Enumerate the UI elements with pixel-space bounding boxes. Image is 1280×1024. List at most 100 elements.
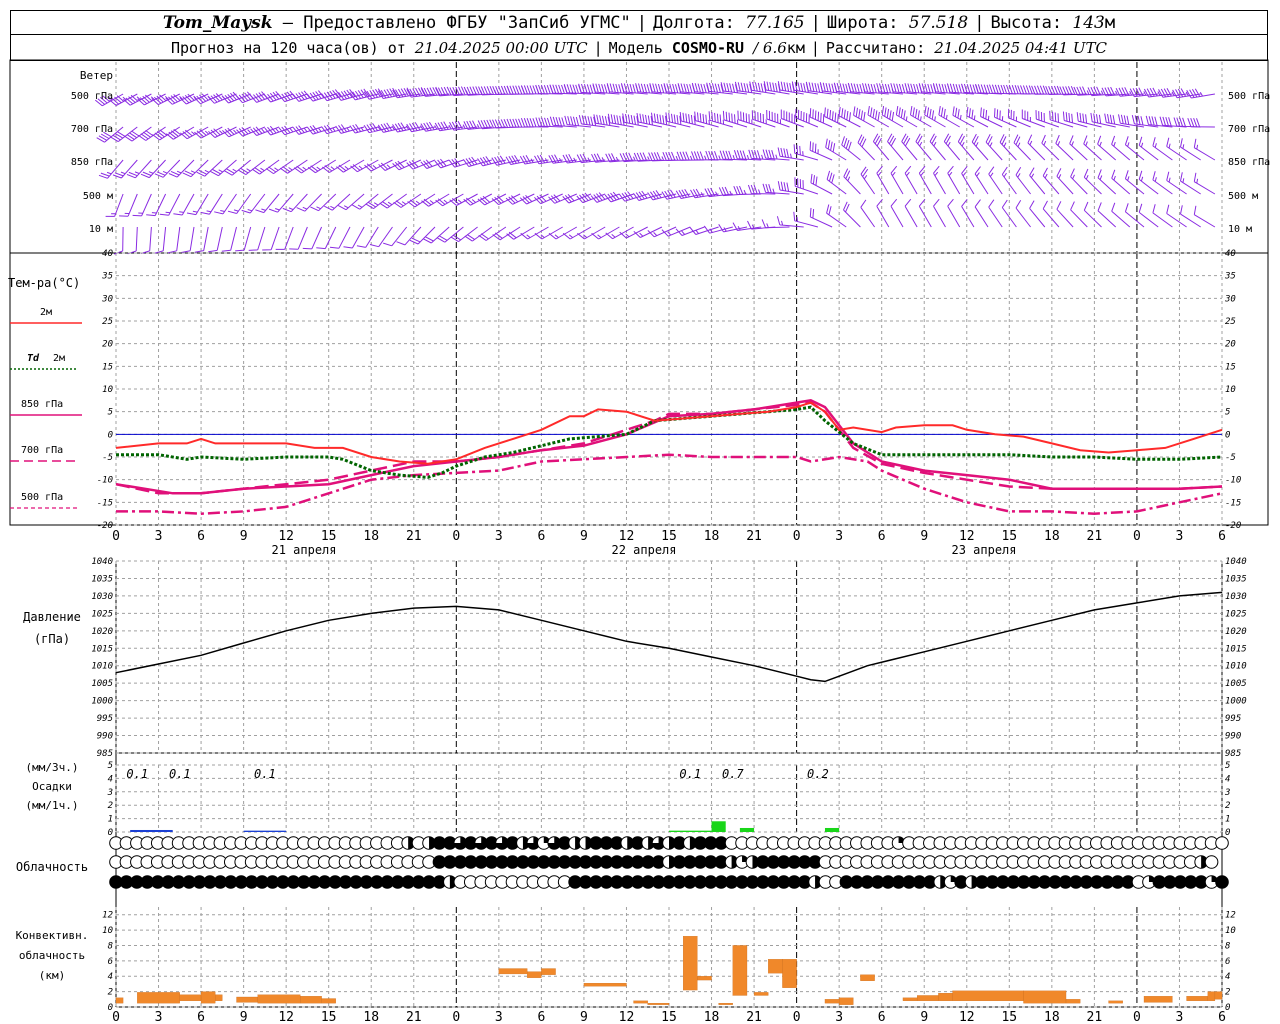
wind-barb	[795, 108, 819, 128]
x-tick-label: 18	[1044, 1010, 1060, 1024]
wind-barb	[904, 198, 918, 228]
wind-barb	[167, 226, 181, 254]
x-tick-label: 18	[704, 1010, 720, 1024]
meteogram-chart: 0 3 6 9 12 15 18 21 0 3 6 9 12 15 18 21 0 3 6 9 12 15 18 21 0 3 6-…	[8, 59, 1270, 1024]
x-tick-label: 3	[1176, 529, 1184, 544]
x-tick-label: 3	[495, 1010, 503, 1024]
wind-level-500hpa: 500 гПа	[71, 91, 113, 102]
y-tick-label-right: 1040	[1225, 557, 1247, 567]
wind-level-700hpa-right: 700 гПа	[1228, 124, 1270, 135]
wind-barb	[843, 201, 861, 228]
x-tick-label: 21	[1087, 1010, 1103, 1024]
wind-barb	[564, 115, 592, 128]
precip-amount-label: 0.2	[807, 767, 829, 781]
convective-segment	[1023, 990, 1067, 1004]
y-tick-label: 3	[107, 788, 113, 798]
convective-segment	[215, 994, 223, 1001]
y-tick-label: 10	[102, 385, 113, 395]
y-tick-label: 8	[108, 941, 113, 951]
wind-barb	[933, 198, 946, 228]
cloudiness-panel	[109, 836, 1229, 889]
y-tick-label: 1025	[91, 609, 113, 619]
x-tick-label: 18	[704, 529, 720, 544]
wind-barb	[1070, 168, 1088, 195]
wind-barb	[947, 198, 961, 228]
y-tick-label-right: 4	[1225, 972, 1230, 982]
wind-barb	[126, 159, 152, 179]
x-tick-label: 3	[495, 529, 503, 544]
x-tick-label: 9	[920, 1010, 928, 1024]
convective-segment	[300, 996, 322, 1004]
x-tick-label: 3	[835, 1010, 843, 1024]
y-tick-label: -10	[97, 476, 113, 486]
y-tick-label-right: 3	[1224, 788, 1230, 798]
x-tick-label: 6	[1218, 529, 1226, 544]
wind-barb	[718, 224, 748, 233]
wind-barb	[356, 226, 379, 248]
wind-level-850hpa: 850 гПа	[71, 157, 113, 168]
convective-segment	[200, 991, 216, 1004]
wind-barb	[186, 193, 209, 216]
wind-barb	[876, 165, 890, 195]
y-tick-label-right: 1010	[1225, 662, 1247, 672]
y-tick-label-right: 1035	[1225, 574, 1247, 584]
y-tick-label-right: 10	[1225, 385, 1236, 395]
wind-barb	[1042, 167, 1060, 195]
convective-title-2: облачность	[19, 949, 85, 962]
wind-barb	[255, 193, 280, 214]
wind-barb	[943, 133, 961, 161]
x-tick-label: 6	[537, 1010, 545, 1024]
wind-barb	[369, 226, 393, 248]
y-tick-label: 30	[101, 294, 113, 304]
wind-barb	[961, 198, 975, 228]
convective-segment	[633, 1000, 648, 1004]
wind-barb	[890, 165, 904, 195]
x-tick-label: 6	[197, 1010, 205, 1024]
y-tick-label: 10	[102, 926, 113, 936]
x-tick-label: 3	[1176, 1010, 1184, 1024]
wind-barb	[809, 207, 833, 228]
wind-barb	[208, 226, 223, 253]
y-tick-label: 40	[102, 249, 113, 259]
wind-barb	[607, 113, 634, 128]
wind-level-10m-right: 10 м	[1228, 224, 1252, 235]
convective-segment	[683, 936, 698, 991]
wind-barb	[857, 134, 875, 161]
wind-barb	[1056, 201, 1074, 228]
convective-segment	[938, 993, 953, 1001]
temperature-title: Тем-ра(°С)	[8, 276, 80, 290]
x-tick-label: 0	[452, 529, 460, 544]
wind-barb	[159, 193, 181, 216]
y-tick-label-right: 1000	[1225, 697, 1247, 707]
wind-barb	[200, 193, 223, 215]
y-tick-label-right: 15	[1225, 362, 1236, 372]
y-tick-label: 985	[97, 749, 113, 759]
convective-segment	[1108, 1000, 1123, 1004]
wind-barb	[776, 216, 804, 228]
convective-segment	[647, 1003, 670, 1005]
y-tick-label-right: 4	[1225, 774, 1230, 784]
wind-barb	[826, 170, 847, 195]
convective-segment	[1186, 996, 1208, 1001]
y-tick-label: 4	[108, 774, 113, 784]
wind-barb	[971, 133, 989, 161]
legend-850-label: 850 гПа	[21, 399, 63, 410]
x-tick-label: 6	[878, 529, 886, 544]
wind-barb	[221, 226, 237, 252]
convective-segment	[1214, 991, 1223, 1000]
y-tick-label: 20	[102, 340, 113, 350]
wind-barb	[262, 226, 280, 251]
convective-segment	[498, 968, 528, 975]
wind-barb	[999, 134, 1017, 161]
y-tick-label-right: 1025	[1225, 609, 1247, 619]
wind-barb	[841, 136, 861, 161]
wind-barb	[578, 114, 606, 128]
x-tick-label: 15	[661, 529, 677, 544]
convective-segment	[768, 959, 783, 974]
x-tick-label: 12	[278, 529, 294, 544]
y-tick-label-right: 1005	[1225, 679, 1247, 689]
wind-barb	[860, 166, 876, 195]
wind-barb	[793, 211, 819, 228]
wind-barb	[763, 81, 790, 95]
wind-barb	[296, 193, 322, 212]
